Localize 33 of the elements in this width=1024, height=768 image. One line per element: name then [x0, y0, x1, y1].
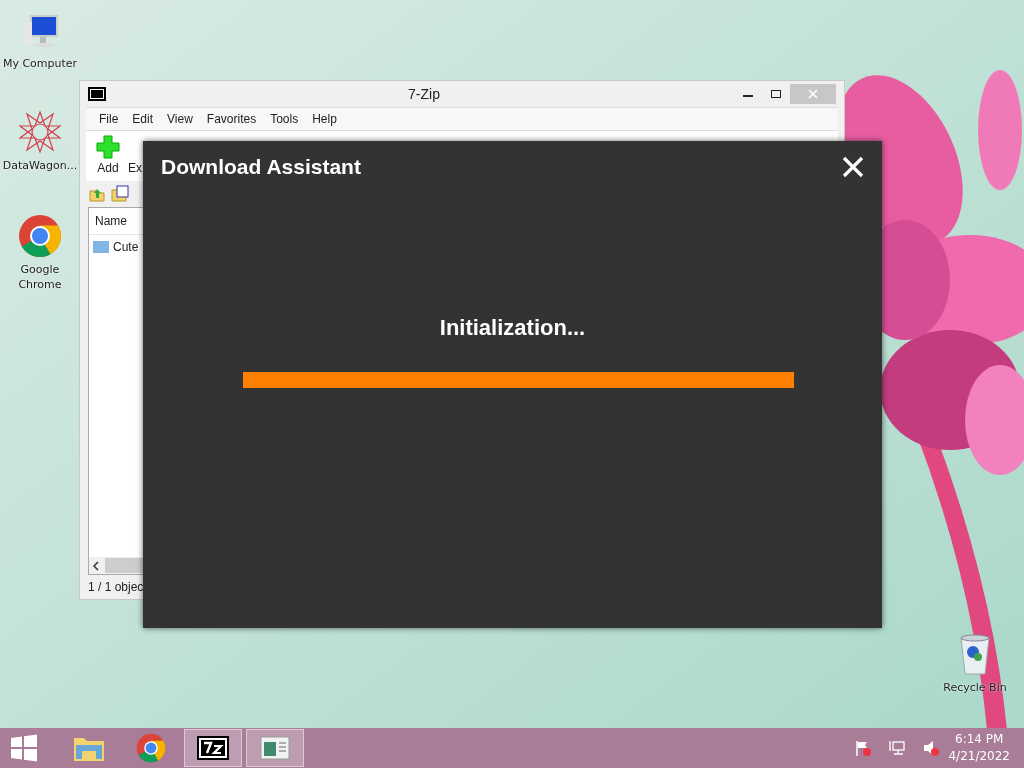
- flag-icon[interactable]: [854, 739, 873, 757]
- menu-item[interactable]: Edit: [125, 110, 161, 128]
- chrome-icon[interactable]: [136, 733, 166, 763]
- menu-item[interactable]: Favorites: [199, 110, 264, 128]
- menu-item[interactable]: Help: [305, 110, 344, 128]
- archive-app-icon[interactable]: [197, 736, 229, 760]
- icon-label: Google Chrome: [17, 262, 63, 292]
- toolbar-button-label[interactable]: Ex: [128, 159, 142, 177]
- plus-icon[interactable]: [96, 135, 120, 159]
- window-title: 7-Zip: [407, 84, 441, 104]
- windows-logo-icon[interactable]: [10, 734, 38, 762]
- image-file-icon: [93, 240, 109, 254]
- menu-item[interactable]: File: [92, 110, 126, 128]
- icon-label: My Computer: [1, 56, 79, 71]
- column-header[interactable]: Name: [95, 212, 127, 230]
- chrome-icon[interactable]: [18, 214, 62, 258]
- close-button[interactable]: [842, 155, 864, 178]
- icon-label: DataWagon...: [1, 158, 79, 173]
- window-app-icon[interactable]: [260, 735, 290, 761]
- scrollbar-thumb[interactable]: [105, 558, 145, 573]
- dialog-title: Download Assistant: [161, 154, 361, 180]
- status-message: Initialization...: [438, 313, 587, 342]
- app-icon: [88, 87, 106, 101]
- star-icon[interactable]: [18, 110, 62, 154]
- archive-icon[interactable]: [110, 185, 130, 203]
- maximize-icon[interactable]: [770, 88, 782, 100]
- file-name[interactable]: Cute: [113, 238, 139, 256]
- menu-item[interactable]: View: [160, 110, 200, 128]
- speaker-muted-icon[interactable]: [922, 739, 941, 757]
- status-text: 1 / 1 objec: [87, 579, 145, 596]
- network-icon[interactable]: [888, 739, 907, 757]
- toolbar-button-label[interactable]: Add: [97, 159, 119, 177]
- menu-item[interactable]: Tools: [263, 110, 306, 128]
